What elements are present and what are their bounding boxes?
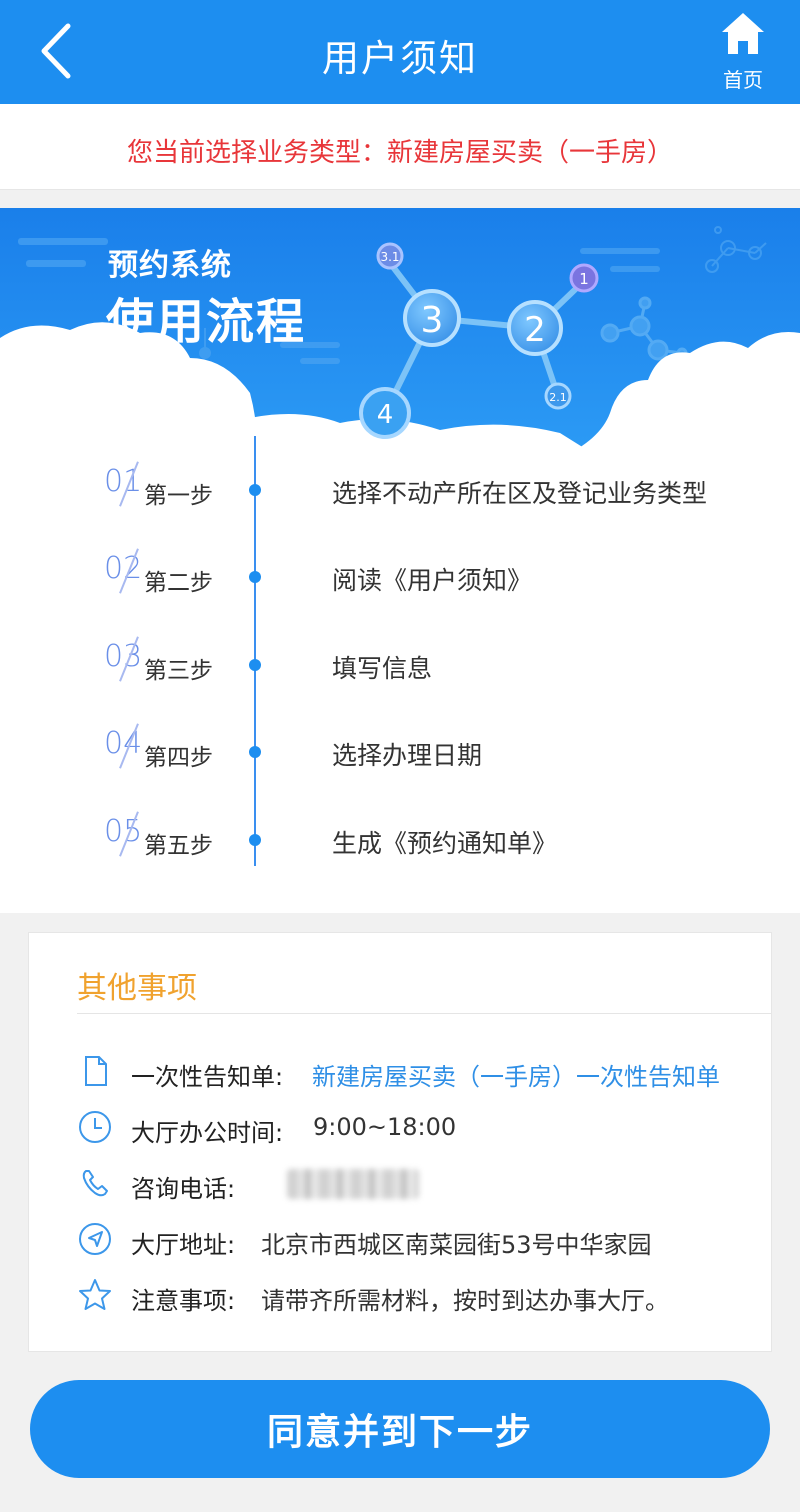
info-label: 咨询电话: — [131, 1175, 236, 1203]
home-button[interactable]: 首页 — [708, 10, 778, 94]
info-row-phone: 咨询电话: — [77, 1163, 767, 1203]
step-description: 填写信息 — [332, 654, 433, 683]
info-row-hours: 大厅办公时间: 9:00~18:00 — [77, 1107, 767, 1147]
molecule-label: 4 — [377, 400, 394, 430]
step-label: 第五步 — [144, 833, 213, 859]
step-item: 01 第一步 选择不动产所在区及登记业务类型 — [0, 461, 800, 524]
business-type-bar: 您当前选择业务类型：新建房屋买卖（一手房） — [0, 104, 800, 190]
step-description: 生成《预约通知单》 — [332, 829, 558, 858]
divider — [77, 1013, 771, 1014]
step-label: 第二步 — [144, 570, 213, 596]
info-value: 9:00~18:00 — [313, 1113, 457, 1141]
step-item: 05 第五步 生成《预约通知单》 — [0, 811, 800, 874]
molecule-label: 1 — [579, 270, 589, 288]
timeline-dot — [249, 659, 261, 671]
other-matters-card: 其他事项 一次性告知单: 新建房屋买卖（一手房）一次性告知单 大厅办公时间: 9… — [28, 932, 772, 1352]
step-item: 03 第三步 填写信息 — [0, 636, 800, 699]
step-description: 阅读《用户须知》 — [332, 566, 533, 595]
banner-title: 使用流程 — [106, 294, 307, 350]
clock-icon — [79, 1111, 111, 1143]
home-label: 首页 — [723, 68, 763, 92]
step-label: 第一步 — [144, 483, 213, 509]
info-label: 注意事项: — [131, 1287, 236, 1315]
info-value: 请带齐所需材料，按时到达办事大厅。 — [261, 1287, 669, 1315]
molecule-label: 2 — [524, 310, 546, 350]
timeline-dot — [249, 571, 261, 583]
step-label: 第三步 — [144, 658, 213, 684]
process-banner: 3.1 1 3 2 4 2.1 预约系统 使用流程 — [0, 208, 800, 458]
banner-subtitle: 预约系统 — [108, 248, 232, 283]
business-type-text: 您当前选择业务类型：新建房屋买卖（一手房） — [126, 138, 673, 168]
info-label: 大厅地址: — [131, 1231, 236, 1259]
star-icon — [79, 1279, 111, 1310]
step-item: 02 第二步 阅读《用户须知》 — [0, 548, 800, 611]
info-value: 北京市西城区南菜园街53号中华家园 — [261, 1231, 652, 1259]
info-label: 大厅办公时间: — [131, 1119, 284, 1147]
agree-next-button[interactable]: 同意并到下一步 — [30, 1380, 770, 1478]
redacted-phone-number — [287, 1169, 419, 1199]
timeline-dot — [249, 746, 261, 758]
home-icon — [722, 13, 764, 54]
timeline-dot — [249, 834, 261, 846]
other-matters-title: 其他事项 — [77, 971, 197, 1006]
document-icon — [85, 1056, 107, 1086]
phone-icon — [82, 1170, 108, 1197]
location-arrow-icon — [79, 1223, 111, 1255]
molecule-label: 2.1 — [549, 391, 567, 404]
info-row-notes: 注意事项: 请带齐所需材料，按时到达办事大厅。 — [77, 1275, 767, 1315]
info-row-notice: 一次性告知单: 新建房屋买卖（一手房）一次性告知单 — [77, 1051, 767, 1091]
step-description: 选择不动产所在区及登记业务类型 — [332, 479, 708, 508]
process-card: 3.1 1 3 2 4 2.1 预约系统 使用流程 01 第一步 选择不动产所在… — [0, 208, 800, 913]
info-label: 一次性告知单: — [131, 1063, 284, 1091]
timeline-dot — [249, 484, 261, 496]
step-item: 04 第四步 选择办理日期 — [0, 723, 800, 786]
molecule-label: 3.1 — [380, 250, 399, 264]
page-title: 用户须知 — [322, 37, 478, 80]
info-row-address: 大厅地址: 北京市西城区南菜园街53号中华家园 — [77, 1219, 767, 1259]
notice-link[interactable]: 新建房屋买卖（一手房）一次性告知单 — [312, 1057, 720, 1092]
app-header: 用户须知 首页 — [0, 0, 800, 104]
step-description: 选择办理日期 — [332, 741, 483, 770]
step-label: 第四步 — [144, 745, 213, 771]
molecule-label: 3 — [421, 300, 444, 341]
